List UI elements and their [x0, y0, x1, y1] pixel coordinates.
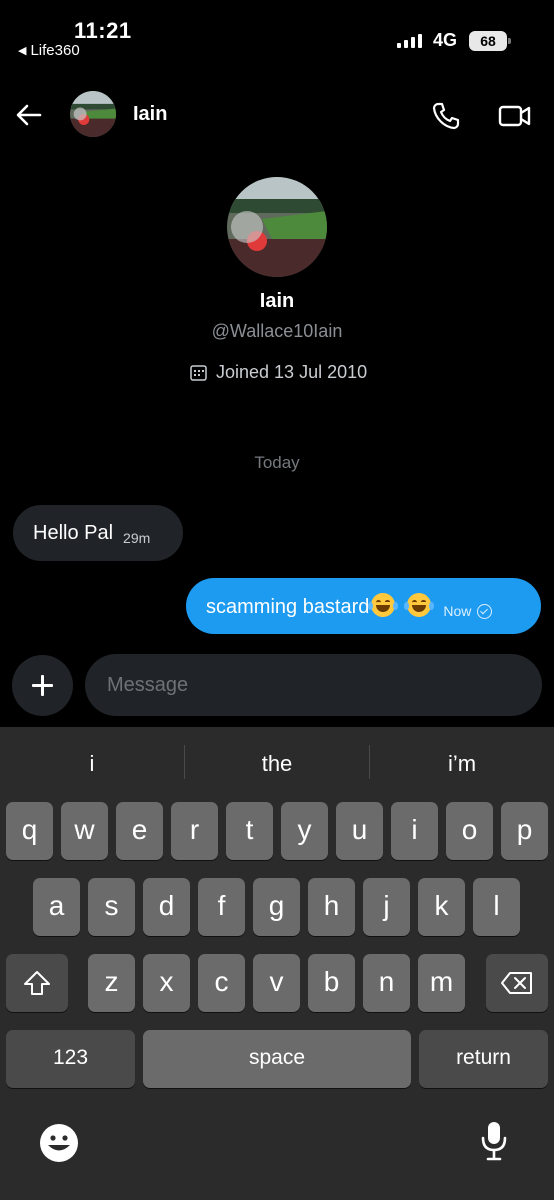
message-text: scamming bastard [206, 593, 435, 619]
key-g[interactable]: g [253, 878, 300, 936]
microphone-icon[interactable] [478, 1120, 510, 1162]
outgoing-message-bubble[interactable]: scamming bastard Now [186, 578, 541, 634]
message-timestamp: 29m [123, 530, 151, 546]
shift-arrow-icon [24, 971, 50, 995]
key-e[interactable]: e [116, 802, 163, 860]
message-text-content: scamming bastard [206, 596, 370, 618]
suggestion-1[interactable]: i [0, 751, 184, 781]
key-s[interactable]: s [88, 878, 135, 936]
laughing-emoji-icon [368, 593, 399, 617]
numbers-key[interactable]: 123 [6, 1030, 135, 1088]
key-q[interactable]: q [6, 802, 53, 860]
back-to-app-link[interactable]: ◀ Life360 [18, 42, 80, 59]
space-key[interactable]: space [143, 1030, 411, 1088]
network-type: 4G [433, 30, 458, 50]
back-arrow-icon[interactable] [14, 100, 44, 130]
add-attachment-button[interactable] [12, 655, 73, 716]
profile-avatar[interactable] [227, 177, 327, 277]
battery-tip [508, 38, 511, 44]
key-h[interactable]: h [308, 878, 355, 936]
backspace-icon [501, 972, 532, 994]
video-call-icon[interactable] [497, 100, 533, 132]
back-triangle-icon: ◀ [18, 45, 27, 57]
key-f[interactable]: f [198, 878, 245, 936]
key-x[interactable]: x [143, 954, 190, 1012]
message-input[interactable] [85, 654, 542, 716]
key-u[interactable]: u [336, 802, 383, 860]
key-l[interactable]: l [473, 878, 520, 936]
key-r[interactable]: r [171, 802, 218, 860]
key-c[interactable]: c [198, 954, 245, 1012]
key-d[interactable]: d [143, 878, 190, 936]
message-text: Hello Pal [33, 521, 114, 544]
status-time: 11:21 [74, 18, 132, 43]
key-w[interactable]: w [61, 802, 108, 860]
key-j[interactable]: j [363, 878, 410, 936]
key-p[interactable]: p [501, 802, 548, 860]
key-v[interactable]: v [253, 954, 300, 1012]
joined-label: Joined 13 Jul 2010 [216, 362, 368, 382]
suggestion-2[interactable]: the [185, 751, 369, 781]
calendar-icon [190, 365, 207, 381]
key-i[interactable]: i [391, 802, 438, 860]
signal-icon [397, 34, 422, 48]
emoji-keyboard-icon[interactable] [38, 1122, 80, 1164]
header-contact-name[interactable]: Iain [133, 103, 167, 126]
battery-icon: 68 [469, 31, 507, 51]
joined-date: Joined 13 Jul 2010 [190, 362, 367, 383]
shift-key[interactable] [6, 954, 68, 1012]
profile-name: Iain [259, 290, 295, 312]
conversation-header: Iain [0, 86, 554, 146]
laughing-emoji-icon [404, 593, 435, 617]
return-key[interactable]: return [419, 1030, 548, 1088]
message-timestamp: Now [443, 603, 472, 619]
key-o[interactable]: o [446, 802, 493, 860]
key-n[interactable]: n [363, 954, 410, 1012]
key-m[interactable]: m [418, 954, 465, 1012]
keyboard: i the i’m q w e r t y u i o p a s d f g … [0, 727, 554, 1200]
key-b[interactable]: b [308, 954, 355, 1012]
profile-handle: @Wallace10Iain [211, 321, 343, 341]
key-t[interactable]: t [226, 802, 273, 860]
key-a[interactable]: a [33, 878, 80, 936]
key-k[interactable]: k [418, 878, 465, 936]
back-app-label: Life360 [30, 42, 80, 59]
date-divider: Today [254, 453, 300, 472]
status-bar: 11:21 ◀ Life360 4G 68 [0, 0, 554, 70]
phone-call-icon[interactable] [430, 100, 462, 132]
key-z[interactable]: z [88, 954, 135, 1012]
incoming-message-bubble[interactable]: Hello Pal 29m [13, 505, 183, 561]
sent-check-icon [477, 603, 493, 619]
contact-avatar[interactable] [70, 91, 116, 137]
delete-key[interactable] [486, 954, 548, 1012]
key-y[interactable]: y [281, 802, 328, 860]
suggestion-3[interactable]: i’m [370, 751, 554, 781]
